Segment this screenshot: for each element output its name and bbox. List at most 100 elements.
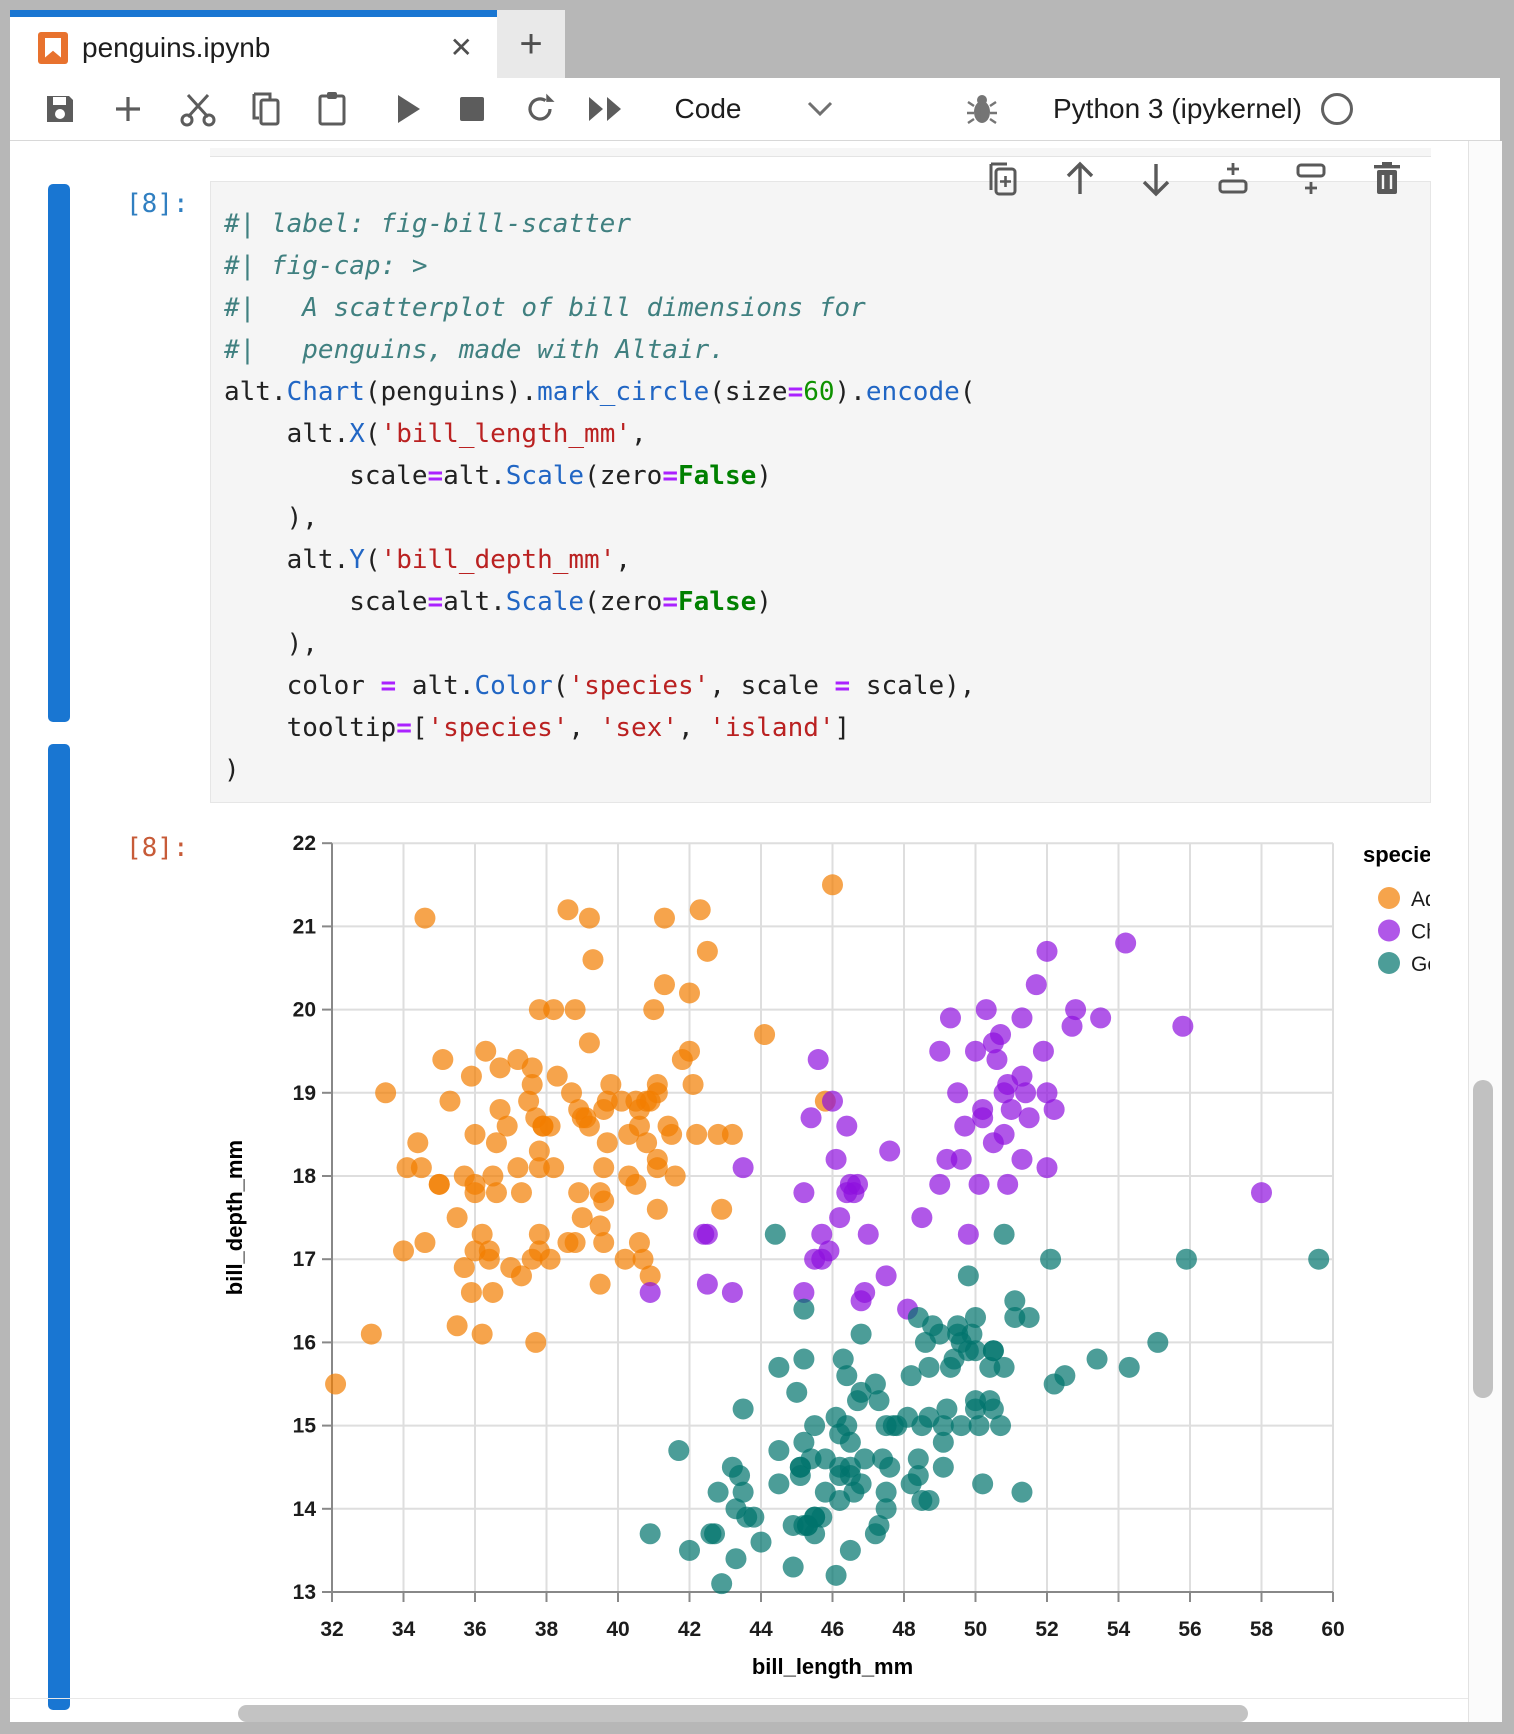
data-point[interactable]	[633, 1249, 654, 1270]
data-point[interactable]	[994, 1124, 1015, 1145]
tab-penguins-ipynb[interactable]: penguins.ipynb ✕	[10, 17, 497, 78]
data-point[interactable]	[475, 1041, 496, 1062]
data-point[interactable]	[414, 908, 435, 929]
data-point[interactable]	[986, 1049, 1007, 1070]
data-point[interactable]	[965, 1041, 986, 1062]
data-point[interactable]	[547, 1066, 568, 1087]
data-point[interactable]	[482, 1282, 503, 1303]
data-point[interactable]	[640, 1282, 661, 1303]
data-point[interactable]	[482, 1166, 503, 1187]
data-point[interactable]	[529, 1157, 550, 1178]
data-point[interactable]	[972, 1107, 993, 1128]
data-point[interactable]	[686, 1124, 707, 1145]
data-point[interactable]	[1308, 1249, 1329, 1270]
data-point[interactable]	[822, 874, 843, 895]
cut-cells-button[interactable]	[174, 78, 222, 140]
data-point[interactable]	[1011, 1149, 1032, 1170]
data-point[interactable]	[872, 1448, 893, 1469]
data-point[interactable]	[876, 1265, 897, 1286]
vertical-scrollbar-thumb[interactable]	[1473, 1080, 1493, 1398]
data-point[interactable]	[1011, 1007, 1032, 1028]
data-point[interactable]	[665, 1166, 686, 1187]
data-point[interactable]	[593, 1232, 614, 1253]
data-point[interactable]	[579, 908, 600, 929]
data-point[interactable]	[851, 1324, 872, 1345]
data-point[interactable]	[829, 1465, 850, 1486]
data-point[interactable]	[325, 1374, 346, 1395]
data-point[interactable]	[1015, 1082, 1036, 1103]
data-point[interactable]	[414, 1232, 435, 1253]
debugger-button[interactable]	[960, 78, 1004, 140]
horizontal-scrollbar-thumb[interactable]	[238, 1705, 1248, 1722]
data-point[interactable]	[976, 999, 997, 1020]
data-point[interactable]	[647, 1157, 668, 1178]
data-point[interactable]	[472, 1324, 493, 1345]
data-point[interactable]	[668, 1440, 689, 1461]
data-point[interactable]	[683, 1074, 704, 1095]
data-point[interactable]	[1087, 1349, 1108, 1370]
data-point[interactable]	[439, 1091, 460, 1112]
data-point[interactable]	[826, 1149, 847, 1170]
data-point[interactable]	[411, 1157, 432, 1178]
data-point[interactable]	[532, 1116, 553, 1137]
data-point[interactable]	[447, 1315, 468, 1336]
data-point[interactable]	[765, 1224, 786, 1245]
insert-cell-button[interactable]	[106, 78, 150, 140]
data-point[interactable]	[461, 1282, 482, 1303]
data-point[interactable]	[1011, 1482, 1032, 1503]
data-point[interactable]	[1004, 1290, 1025, 1311]
data-point[interactable]	[1033, 1041, 1054, 1062]
data-point[interactable]	[951, 1149, 972, 1170]
move-cell-up-icon[interactable]	[1063, 160, 1097, 198]
data-point[interactable]	[793, 1299, 814, 1320]
code-editor[interactable]: #| label: fig-bill-scatter#| fig-cap: >#…	[224, 203, 975, 791]
code-cell[interactable]: #| label: fig-bill-scatter#| fig-cap: >#…	[210, 181, 1431, 803]
data-point[interactable]	[1176, 1249, 1197, 1270]
cell-type-dropdown-arrow[interactable]	[800, 78, 840, 140]
data-point[interactable]	[983, 1398, 1004, 1419]
data-point[interactable]	[525, 1332, 546, 1353]
data-point[interactable]	[704, 1523, 725, 1544]
data-point[interactable]	[751, 1532, 772, 1553]
data-point[interactable]	[540, 1249, 561, 1270]
data-point[interactable]	[511, 1265, 532, 1286]
data-point[interactable]	[865, 1374, 886, 1395]
data-point[interactable]	[822, 1091, 843, 1112]
data-point[interactable]	[854, 1448, 875, 1469]
data-point[interactable]	[579, 1116, 600, 1137]
data-point[interactable]	[507, 1157, 528, 1178]
data-point[interactable]	[672, 1049, 693, 1070]
data-point[interactable]	[593, 1157, 614, 1178]
data-point[interactable]	[582, 949, 603, 970]
data-point[interactable]	[768, 1473, 789, 1494]
data-point[interactable]	[1172, 1016, 1193, 1037]
data-point[interactable]	[908, 1465, 929, 1486]
data-point[interactable]	[929, 1041, 950, 1062]
kernel-status-indicator[interactable]	[1316, 78, 1358, 140]
data-point[interactable]	[597, 1091, 618, 1112]
data-point[interactable]	[836, 1415, 857, 1436]
data-point[interactable]	[618, 1124, 639, 1145]
data-point[interactable]	[393, 1240, 414, 1261]
data-point[interactable]	[654, 908, 675, 929]
data-point[interactable]	[997, 1174, 1018, 1195]
data-point[interactable]	[697, 1224, 718, 1245]
data-point[interactable]	[768, 1440, 789, 1461]
data-point[interactable]	[954, 1116, 975, 1137]
data-point[interactable]	[783, 1515, 804, 1536]
data-point[interactable]	[879, 1141, 900, 1162]
data-point[interactable]	[725, 1548, 746, 1569]
data-point[interactable]	[804, 1507, 825, 1528]
data-point[interactable]	[679, 1540, 700, 1561]
data-point[interactable]	[793, 1182, 814, 1203]
data-point[interactable]	[808, 1049, 829, 1070]
copy-cells-button[interactable]	[244, 78, 288, 140]
kernel-name[interactable]: Python 3 (ipykernel)	[1020, 78, 1302, 140]
data-point[interactable]	[933, 1457, 954, 1478]
data-point[interactable]	[911, 1490, 932, 1511]
data-point[interactable]	[511, 1182, 532, 1203]
data-point[interactable]	[557, 899, 578, 920]
data-point[interactable]	[851, 1473, 872, 1494]
data-point[interactable]	[568, 1182, 589, 1203]
new-tab-button[interactable]: +	[497, 10, 565, 78]
